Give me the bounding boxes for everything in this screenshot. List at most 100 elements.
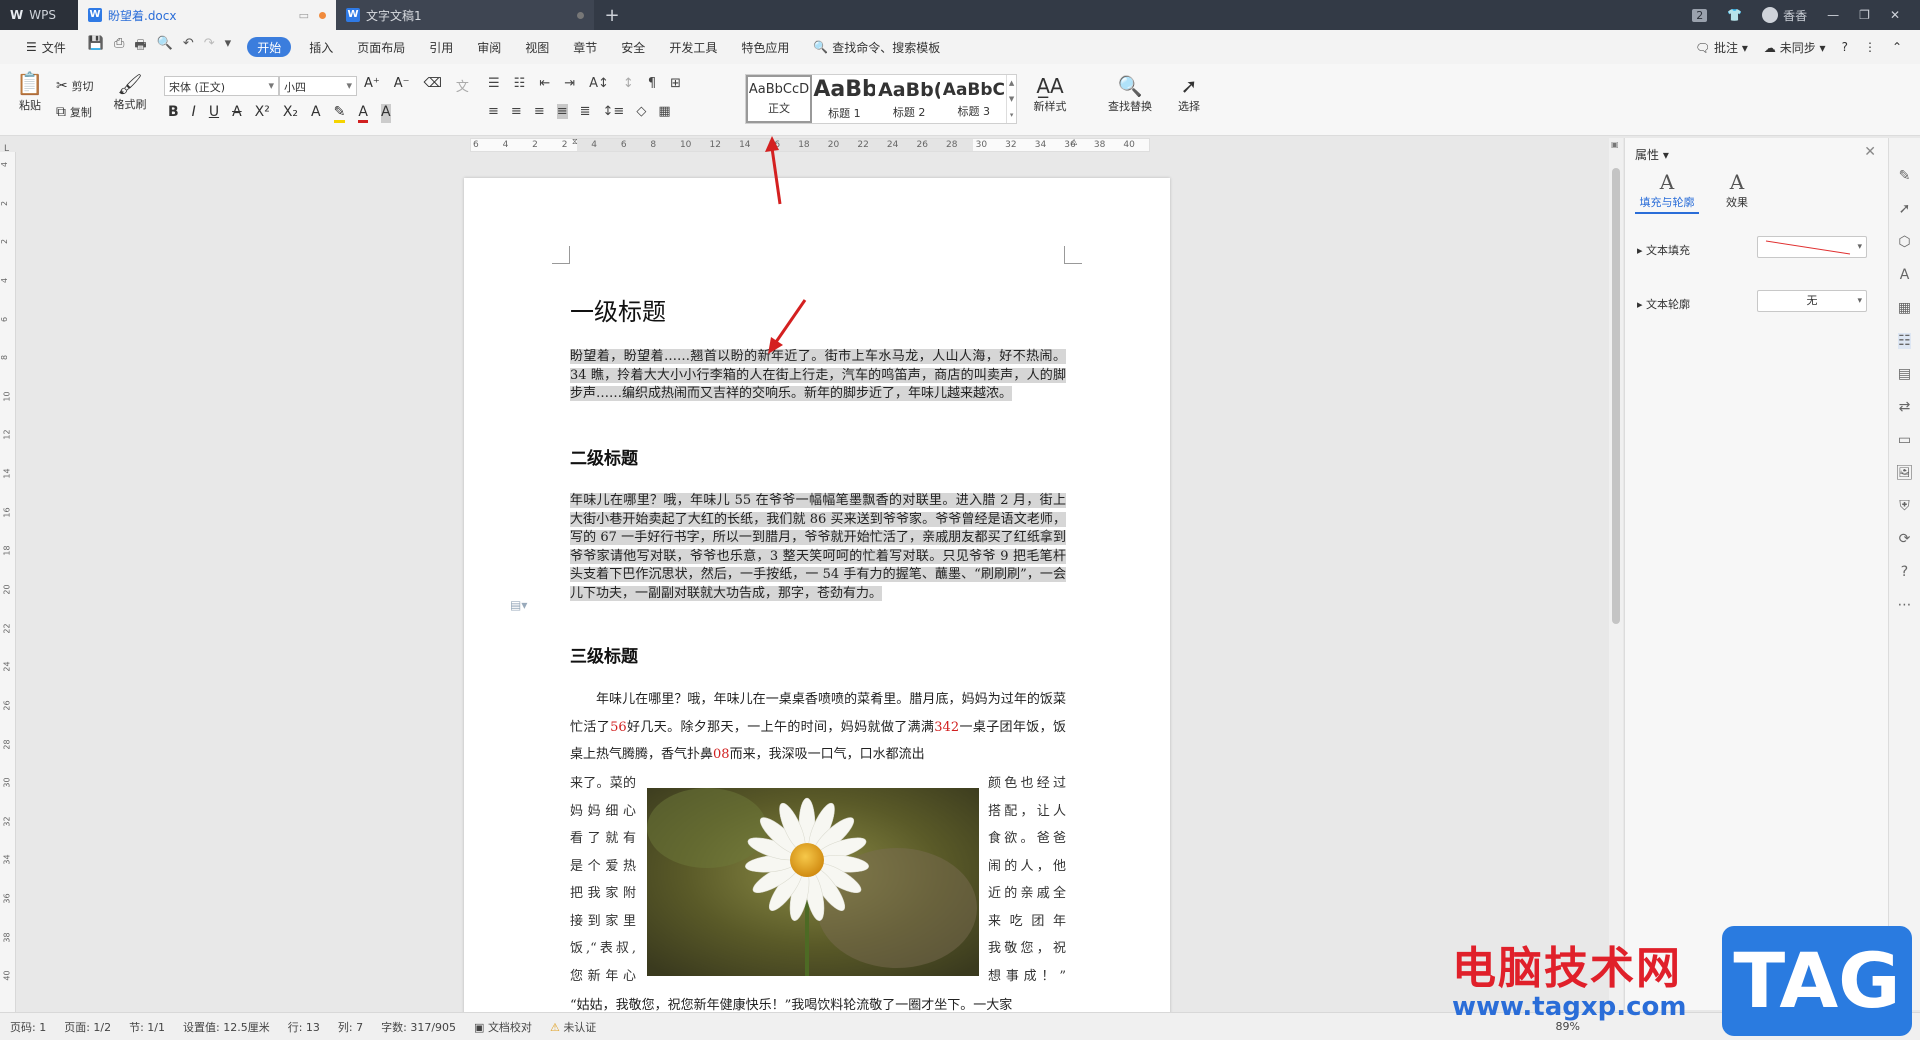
paragraph-1[interactable]: 盼望着，盼望着……翘首以盼的新年近了。街市上车水马龙，人山人海，好不热闹。34 …: [570, 348, 1066, 404]
format-painter-button[interactable]: 🖌 格式刷: [110, 72, 150, 112]
paragraph-3[interactable]: 年味儿在哪里？哦，年味儿在一桌桌香喷喷的菜肴里。腊月底，妈妈为过年的饭菜忙活了5…: [570, 686, 1066, 769]
tab-view[interactable]: 视图: [513, 30, 561, 64]
show-marks-icon[interactable]: ¶: [648, 76, 656, 91]
document-page[interactable]: 一级标题 盼望着，盼望着……翘首以盼的新年近了。街市上车水马龙，人山人海，好不热…: [464, 178, 1170, 1018]
text-fill-select[interactable]: ▾: [1757, 236, 1867, 258]
shapes-icon[interactable]: ⬡: [1898, 234, 1910, 250]
table-icon[interactable]: ▦: [1898, 300, 1911, 316]
bold-icon[interactable]: B: [168, 104, 179, 123]
image-icon[interactable]: 🖼: [1896, 465, 1914, 481]
vertical-scrollbar[interactable]: ▣: [1609, 138, 1623, 1010]
collapse-ribbon-icon[interactable]: ⌃: [1892, 40, 1902, 54]
wps-home-tab[interactable]: W WPS: [0, 0, 78, 30]
daisy-photo[interactable]: [647, 788, 979, 976]
save-icon[interactable]: 💾: [88, 36, 104, 58]
tab-insert[interactable]: 插入: [297, 30, 345, 64]
borders-icon[interactable]: ▦: [658, 104, 670, 119]
print-icon[interactable]: 🖶: [134, 36, 146, 58]
gallery-scroll[interactable]: ▲ ▼ ▾: [1006, 75, 1016, 123]
wrap-text-left[interactable]: 来了。菜的 妈妈细心 看了就有 是个爱热 把我家附 接到家里 饭,“表叔, 您新…: [570, 770, 636, 990]
align-left-icon[interactable]: ≡: [488, 104, 499, 119]
text-fill-row[interactable]: ▸ 文本填充: [1637, 242, 1690, 258]
status-column[interactable]: 列: 7: [338, 1019, 363, 1035]
user-account[interactable]: 香香: [1762, 7, 1807, 24]
status-section[interactable]: 节: 1/1: [129, 1019, 165, 1035]
undo-icon[interactable]: ↶: [183, 36, 194, 58]
cut-button[interactable]: ✂ 剪切: [56, 78, 94, 94]
window-count-badge[interactable]: 2: [1692, 8, 1708, 22]
grow-font-icon[interactable]: A⁺: [364, 76, 380, 95]
window-restore-icon[interactable]: ▭: [299, 9, 309, 22]
style-normal[interactable]: AaBbCcD 正文: [746, 75, 812, 123]
vertical-ruler[interactable]: 4 2 2 4 6 8 10 12 14 16 18 20 22 24 26 28 30 32 34 36 38 40: [0, 152, 16, 1012]
tab-close-dot-icon[interactable]: [577, 11, 584, 19]
bullet-list-icon[interactable]: ☰: [488, 76, 500, 91]
tab-chapter[interactable]: 章节: [561, 30, 609, 64]
paragraph-2[interactable]: 年味儿在哪里？哦，年味儿 55 在爷爷一幅幅笔墨飘香的对联里。进入腊 2 月，街…: [570, 492, 1066, 603]
horizontal-ruler[interactable]: 6 4 2 2 4 6 8 10 12 14 16 18 20 22 24 26 28 30 32 34 36 38 40 …: [470, 137, 1150, 152]
justify-icon[interactable]: ≡: [556, 104, 568, 119]
text-outline-select[interactable]: 无 ▾: [1757, 290, 1867, 312]
align-center-icon[interactable]: ≡: [511, 104, 522, 119]
command-search[interactable]: 🔍 查找命令、搜索模板: [801, 30, 952, 64]
style-heading-3[interactable]: AaBbC 标题 3: [941, 75, 1006, 123]
shield-icon[interactable]: ⛨: [1899, 498, 1910, 514]
document-tab-active[interactable]: W 盼望着.docx ▭: [78, 0, 336, 30]
tab-special[interactable]: 特色应用: [729, 30, 801, 64]
heading-level-2[interactable]: 二级标题: [570, 444, 638, 469]
more-vertical-icon[interactable]: ⋮: [1864, 40, 1876, 54]
status-pages[interactable]: 页面: 1/2: [64, 1019, 111, 1035]
subscript-icon[interactable]: X₂: [283, 104, 298, 123]
style-heading-2[interactable]: AaBb( 标题 2: [877, 75, 942, 123]
redo-icon[interactable]: ↷: [204, 36, 215, 58]
skin-icon[interactable]: 👕: [1727, 8, 1742, 22]
text-effect-icon[interactable]: A: [311, 104, 321, 123]
status-line[interactable]: 行: 13: [288, 1019, 320, 1035]
italic-icon[interactable]: I: [192, 104, 196, 123]
char-shading-icon[interactable]: A: [380, 104, 391, 123]
style-heading-1[interactable]: AaBb 标题 1: [812, 75, 877, 123]
close-icon[interactable]: ✕: [1890, 8, 1900, 22]
new-tab-plus-icon[interactable]: +: [594, 0, 630, 30]
paste-button[interactable]: 📋 粘贴: [12, 72, 48, 113]
superscript-icon[interactable]: X²: [255, 104, 270, 123]
distributed-icon[interactable]: ≣: [580, 104, 591, 119]
preview-icon[interactable]: 🔍: [157, 36, 173, 58]
document-tab-2[interactable]: W 文字文稿1: [336, 0, 594, 30]
status-position[interactable]: 设置值: 12.5厘米: [183, 1019, 270, 1035]
table-grid-icon[interactable]: ⊞: [670, 76, 681, 91]
status-proofing[interactable]: ▣ 文档校对: [474, 1019, 532, 1035]
tab-review[interactable]: 审阅: [465, 30, 513, 64]
new-style-button[interactable]: A̲A 新样式: [1024, 74, 1076, 114]
tab-developer[interactable]: 开发工具: [657, 30, 729, 64]
customize-chevron-icon[interactable]: ▾: [225, 36, 232, 58]
clear-format-icon[interactable]: ⌫: [424, 76, 442, 95]
pen-icon[interactable]: ✎: [1899, 168, 1911, 184]
find-replace-button[interactable]: 🔍 查找替换: [1100, 74, 1160, 114]
archive-icon[interactable]: ▭: [1898, 432, 1911, 448]
chinese-layout-icon[interactable]: A↕: [589, 76, 609, 91]
increase-indent-icon[interactable]: ⇥: [564, 76, 575, 91]
wrap-text-right[interactable]: 颜色也经过 搭配，让人 食欲。爸爸 闹的人，他 近的亲戚全 来吃团年 我敬您，祝…: [988, 770, 1066, 990]
chevron-up-icon[interactable]: ▲: [1009, 79, 1014, 87]
strikethrough-icon[interactable]: A: [232, 104, 242, 123]
tab-effects[interactable]: A 效果: [1705, 170, 1769, 210]
chevron-down-icon[interactable]: ▼: [1009, 95, 1014, 103]
left-indent-marker[interactable]: ⧖: [572, 137, 578, 147]
heading-level-3[interactable]: 三级标题: [570, 642, 638, 667]
tab-fill-outline[interactable]: A 填充与轮廓: [1635, 170, 1699, 214]
comment-button[interactable]: 🗨 批注 ▾: [1695, 39, 1748, 56]
align-right-icon[interactable]: ≡: [534, 104, 545, 119]
underline-icon[interactable]: U: [209, 104, 219, 123]
right-indent-marker[interactable]: △: [1071, 137, 1077, 146]
help-icon[interactable]: ?: [1842, 40, 1848, 54]
sync-button[interactable]: ☁ 未同步 ▾: [1764, 39, 1826, 56]
status-page-number[interactable]: 页码: 1: [10, 1019, 46, 1035]
shrink-font-icon[interactable]: A⁻: [394, 76, 410, 95]
font-color-icon[interactable]: A: [358, 104, 368, 123]
highlight-icon[interactable]: ✎: [333, 104, 346, 123]
status-word-count[interactable]: 字数: 317/905: [381, 1019, 456, 1035]
text-outline-row[interactable]: ▸ 文本轮廓: [1637, 296, 1690, 312]
tab-page-layout[interactable]: 页面布局: [345, 30, 417, 64]
font-name-select[interactable]: 宋体 (正文) ▾: [164, 76, 279, 96]
